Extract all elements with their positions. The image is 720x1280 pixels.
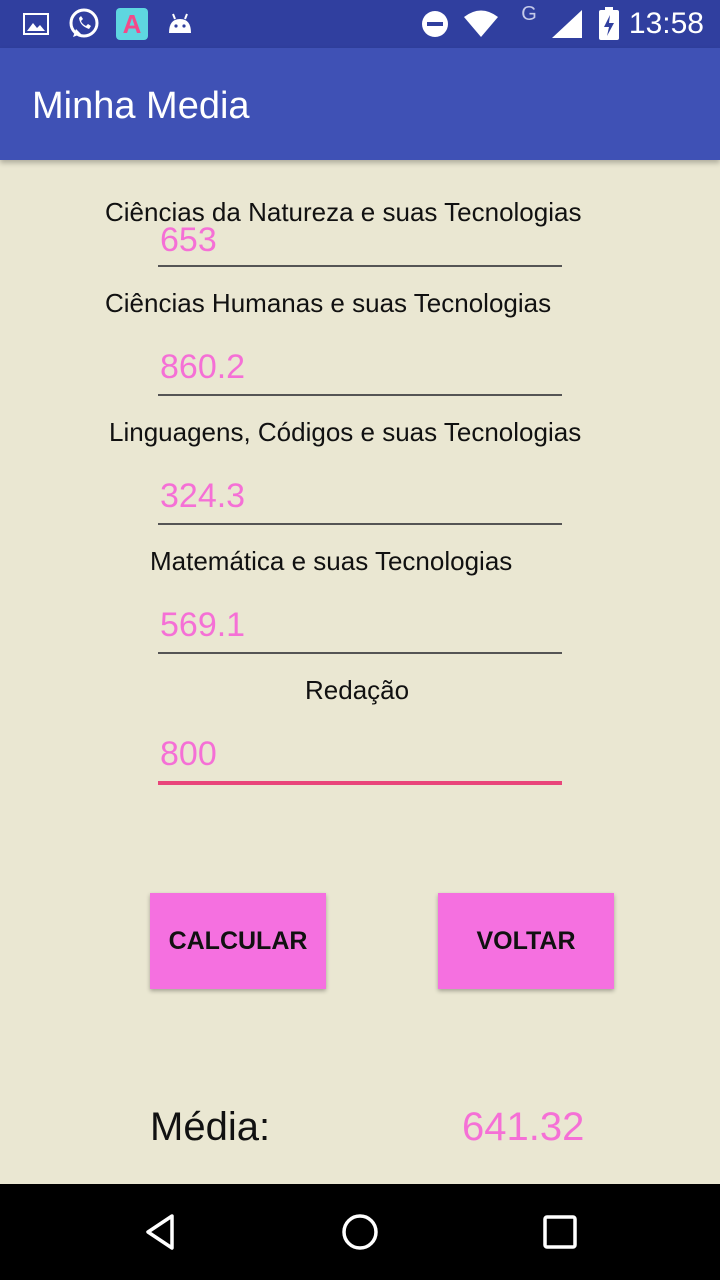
do-not-disturb-icon — [420, 8, 450, 40]
gallery-icon — [22, 8, 50, 40]
media-label: Média: — [150, 1105, 271, 1149]
svg-text:A: A — [123, 9, 142, 39]
input-underline — [158, 394, 562, 396]
input-redacao-value: 800 — [160, 735, 217, 773]
calcular-button[interactable]: CALCULAR — [150, 893, 326, 989]
navigation-bar — [0, 1184, 720, 1280]
input-ciencias-natureza[interactable]: 653 — [158, 219, 562, 267]
whatsapp-icon — [66, 8, 102, 40]
input-ciencias-natureza-value: 653 — [160, 221, 217, 259]
input-linguagens[interactable]: 324.3 — [158, 477, 562, 525]
input-underline — [158, 265, 562, 267]
app-icon: A — [114, 8, 150, 40]
status-bar: A G 13:58 — [0, 0, 720, 48]
input-matematica[interactable]: 569.1 — [158, 606, 562, 654]
battery-charging-icon — [596, 7, 622, 40]
android-icon — [166, 8, 194, 40]
network-type-label: G — [521, 2, 537, 25]
input-underline — [158, 523, 562, 525]
media-value: 641.32 — [462, 1105, 585, 1149]
network-type-icon: G — [518, 2, 540, 26]
label-matematica: Matemática e suas Tecnologias — [150, 546, 513, 576]
wifi-icon — [462, 8, 500, 40]
status-bar-clock: 13:58 — [628, 7, 704, 40]
label-redacao: Redação — [305, 675, 410, 705]
cell-signal-icon — [550, 8, 584, 40]
home-icon[interactable] — [332, 1204, 388, 1260]
label-linguagens: Linguagens, Códigos e suas Tecnologias — [109, 417, 582, 447]
voltar-button[interactable]: VOLTAR — [438, 893, 614, 989]
input-underline-focused — [158, 781, 562, 785]
input-linguagens-value: 324.3 — [160, 477, 246, 515]
input-ciencias-humanas[interactable]: 860.2 — [158, 348, 562, 396]
input-underline — [158, 652, 562, 654]
recents-icon[interactable] — [532, 1204, 588, 1260]
app-bar: Minha Media — [0, 48, 720, 160]
app-title: Minha Media — [32, 85, 250, 127]
input-redacao[interactable]: 800 — [158, 735, 562, 785]
input-matematica-value: 569.1 — [160, 606, 246, 644]
back-icon[interactable] — [132, 1204, 188, 1260]
input-ciencias-humanas-value: 860.2 — [160, 348, 246, 386]
label-ciencias-humanas: Ciências Humanas e suas Tecnologias — [105, 288, 552, 318]
